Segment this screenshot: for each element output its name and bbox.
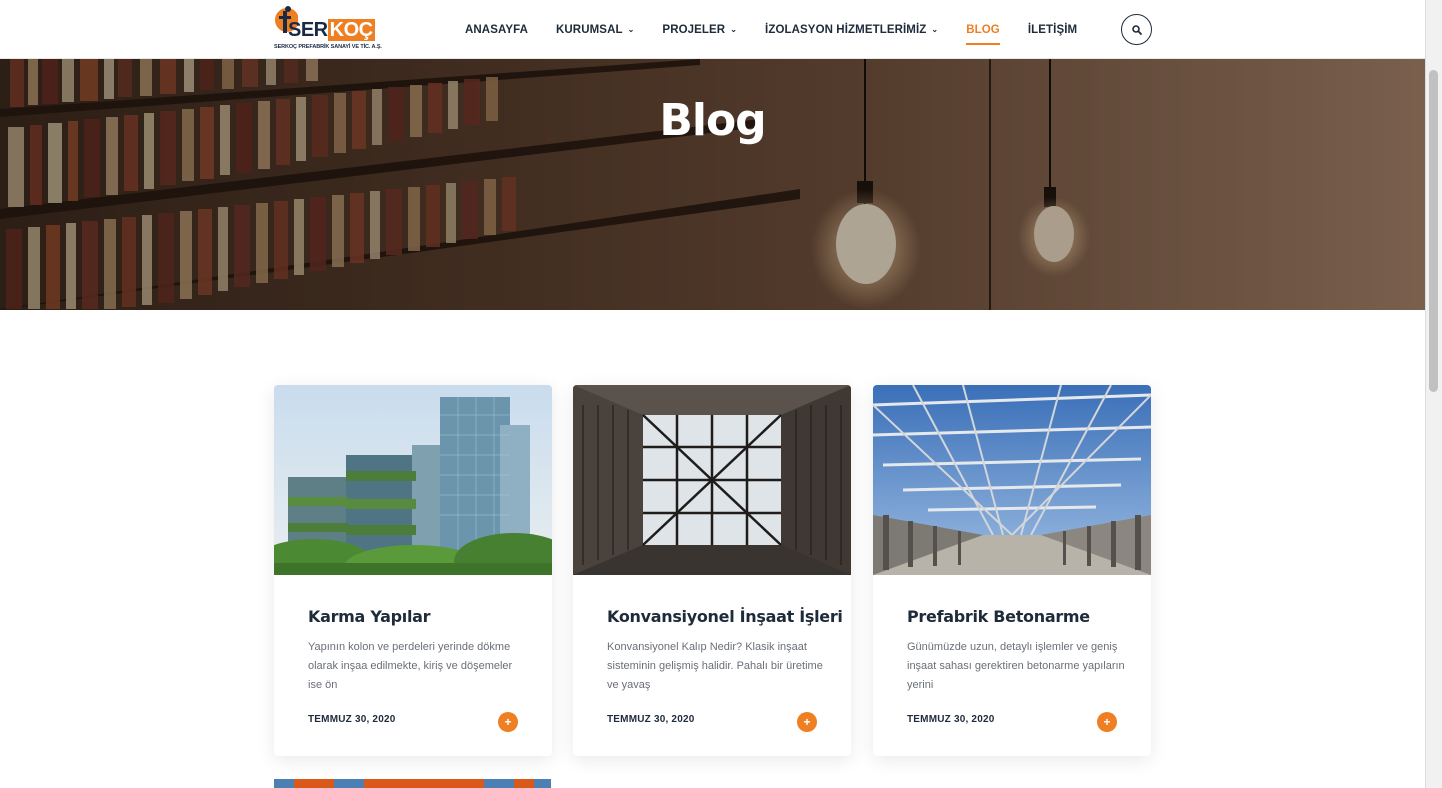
blog-card[interactable]: Prefabrik Betonarme Günümüzde uzun, deta…	[873, 385, 1151, 756]
blog-card[interactable]: Karma Yapılar Yapının kolon ve perdeleri…	[274, 385, 552, 756]
post-thumbnail	[873, 385, 1151, 575]
nav-label: BLOG	[966, 23, 1000, 36]
post-image-konvansiyonel[interactable]	[573, 385, 851, 575]
nav-item-kurumsal[interactable]: KURUMSAL ⌄	[556, 0, 634, 59]
nav-label: İLETİŞİM	[1027, 23, 1078, 36]
post-title[interactable]: Konvansiyonel İnşaat İşleri	[607, 607, 843, 626]
post-title[interactable]: Karma Yapılar	[308, 607, 431, 626]
crane-shape	[294, 779, 334, 788]
scrollbar-thumb[interactable]	[1429, 70, 1438, 392]
search-icon	[1131, 24, 1142, 35]
nav-label: KURUMSAL	[556, 23, 623, 36]
logo-tagline: SERKOÇ PREFABRİK SANAYİ VE TİC. A.Ş.	[274, 44, 382, 50]
post-title[interactable]: Prefabrik Betonarme	[907, 607, 1090, 626]
post-excerpt: Yapının kolon ve perdeleri yerinde dökme…	[308, 641, 513, 691]
serkoc-logo[interactable]: SER KOÇ SERKOÇ PREFABRİK SANAYİ VE TİC. A…	[274, 5, 382, 53]
nav-item-blog[interactable]: BLOG	[966, 0, 1000, 59]
post-image-karma-yapilar[interactable]	[274, 385, 552, 575]
chevron-down-icon: ⌄	[627, 25, 635, 34]
post-thumbnail	[573, 385, 851, 575]
page-title: Blog	[659, 95, 766, 146]
nav-item-izolasyon[interactable]: İZOLASYON HİZMETLERİMİZ ⌄	[765, 0, 938, 59]
read-more-button[interactable]: +	[498, 712, 518, 732]
post-date: TEMMUZ 30, 2020	[308, 714, 396, 725]
logo-word-koc: KOÇ	[327, 19, 375, 41]
post-image-partial[interactable]	[274, 779, 551, 788]
hero-banner: Blog	[0, 59, 1425, 310]
post-date: TEMMUZ 30, 2020	[607, 714, 695, 725]
chevron-down-icon: ⌄	[931, 25, 939, 34]
post-thumbnail	[274, 385, 552, 575]
nav-item-anasayfa[interactable]: ANASAYFA	[465, 0, 528, 59]
nav-label: PROJELER	[662, 23, 726, 36]
chevron-down-icon: ⌄	[730, 25, 738, 34]
post-excerpt: Günümüzde uzun, detaylı işlemler ve geni…	[907, 641, 1125, 691]
nav-label: ANASAYFA	[465, 23, 528, 36]
page-scrollbar[interactable]	[1425, 0, 1442, 788]
main-nav: ANASAYFA KURUMSAL ⌄ PROJELER ⌄ İZOLASYON H…	[465, 0, 1105, 59]
nav-label: İZOLASYON HİZMETLERİMİZ	[765, 23, 927, 36]
logo-wordmark: SER KOÇ	[288, 19, 375, 42]
crane-shape	[514, 779, 534, 788]
post-image-prefabrik-betonarme[interactable]	[873, 385, 1151, 575]
crane-shape	[364, 779, 484, 788]
nav-item-projeler[interactable]: PROJELER ⌄	[662, 0, 737, 59]
search-button[interactable]	[1121, 14, 1152, 45]
post-date: TEMMUZ 30, 2020	[907, 714, 995, 725]
logo-word-ser: SER	[288, 19, 328, 41]
read-more-button[interactable]: +	[797, 712, 817, 732]
nav-item-iletisim[interactable]: İLETİŞİM	[1028, 0, 1077, 59]
post-excerpt: Konvansiyonel Kalıp Nedir? Klasik inşaat…	[607, 641, 823, 691]
site-header: SER KOÇ SERKOÇ PREFABRİK SANAYİ VE TİC. A…	[0, 0, 1425, 59]
read-more-button[interactable]: +	[1097, 712, 1117, 732]
blog-card[interactable]: Konvansiyonel İnşaat İşleri Konvansiyone…	[573, 385, 851, 756]
